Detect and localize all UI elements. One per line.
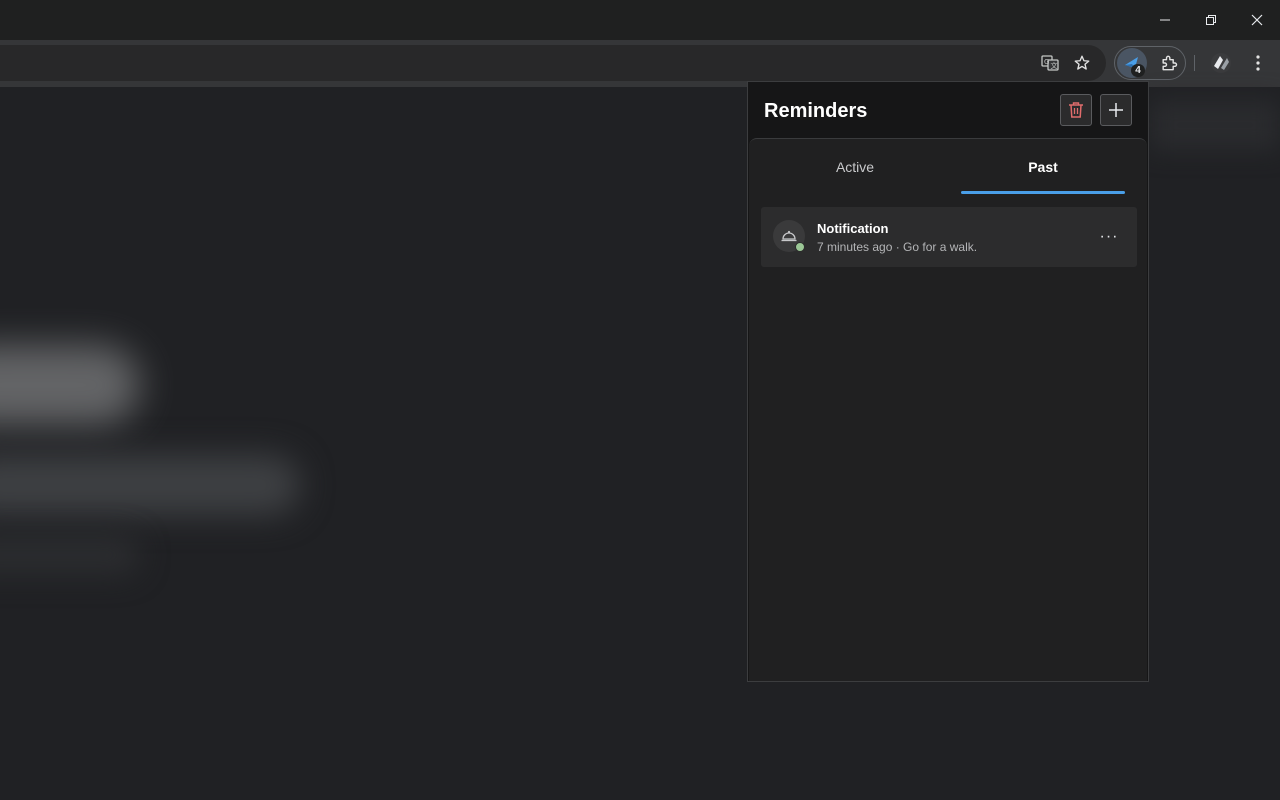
minimize-icon xyxy=(1160,19,1170,21)
bell-icon xyxy=(781,230,797,242)
status-indicator xyxy=(795,242,805,252)
bookmark-star-icon xyxy=(1074,55,1090,70)
bookmark-button[interactable] xyxy=(1068,49,1096,77)
reminders-popup: Reminders Active Past Notification 7 min… xyxy=(747,81,1149,682)
item-title: Notification xyxy=(817,221,889,236)
item-subtitle: 7 minutes ago · Go for a walk. xyxy=(817,240,978,254)
list-item[interactable]: Notification 7 minutes ago · Go for a wa… xyxy=(761,207,1137,267)
toolbar-divider xyxy=(1194,55,1195,71)
delete-all-button[interactable] xyxy=(1060,94,1092,126)
popup-title: Reminders xyxy=(764,100,868,122)
extensions-button[interactable] xyxy=(1155,49,1183,77)
profile-button[interactable] xyxy=(1207,49,1235,77)
blurred-content xyxy=(1150,100,1280,150)
extensions-puzzle-icon xyxy=(1162,55,1178,71)
tab-selected-indicator xyxy=(961,191,1125,194)
extension-badge: 4 xyxy=(1131,64,1145,77)
tab-active[interactable]: Active xyxy=(761,139,949,195)
blurred-content xyxy=(0,345,140,425)
trash-icon xyxy=(1069,102,1083,118)
minimize-button[interactable] xyxy=(1142,0,1188,40)
address-bar[interactable] xyxy=(0,45,1106,81)
add-reminder-button[interactable] xyxy=(1100,94,1132,126)
svg-text:G: G xyxy=(1044,58,1049,66)
restore-icon xyxy=(1206,15,1216,25)
reminders-panel: Active Past Notification 7 minutes ago ·… xyxy=(749,138,1147,681)
translate-icon: G 文 xyxy=(1041,55,1059,71)
more-vert-icon xyxy=(1256,55,1260,71)
blurred-content xyxy=(0,455,300,515)
close-button[interactable] xyxy=(1234,0,1280,40)
svg-text:文: 文 xyxy=(1051,61,1058,70)
translate-button[interactable]: G 文 xyxy=(1036,49,1064,77)
window-titlebar xyxy=(0,0,1280,40)
plus-icon xyxy=(1109,103,1123,117)
browser-toolbar: G 文 xyxy=(0,40,1280,87)
more-menu-button[interactable] xyxy=(1244,49,1272,77)
tab-past[interactable]: Past xyxy=(961,139,1125,195)
profile-icon xyxy=(1211,53,1231,73)
blurred-content xyxy=(0,535,140,575)
restore-button[interactable] xyxy=(1188,0,1234,40)
item-more-button[interactable]: ··· xyxy=(1095,223,1123,251)
close-icon xyxy=(1251,14,1263,26)
